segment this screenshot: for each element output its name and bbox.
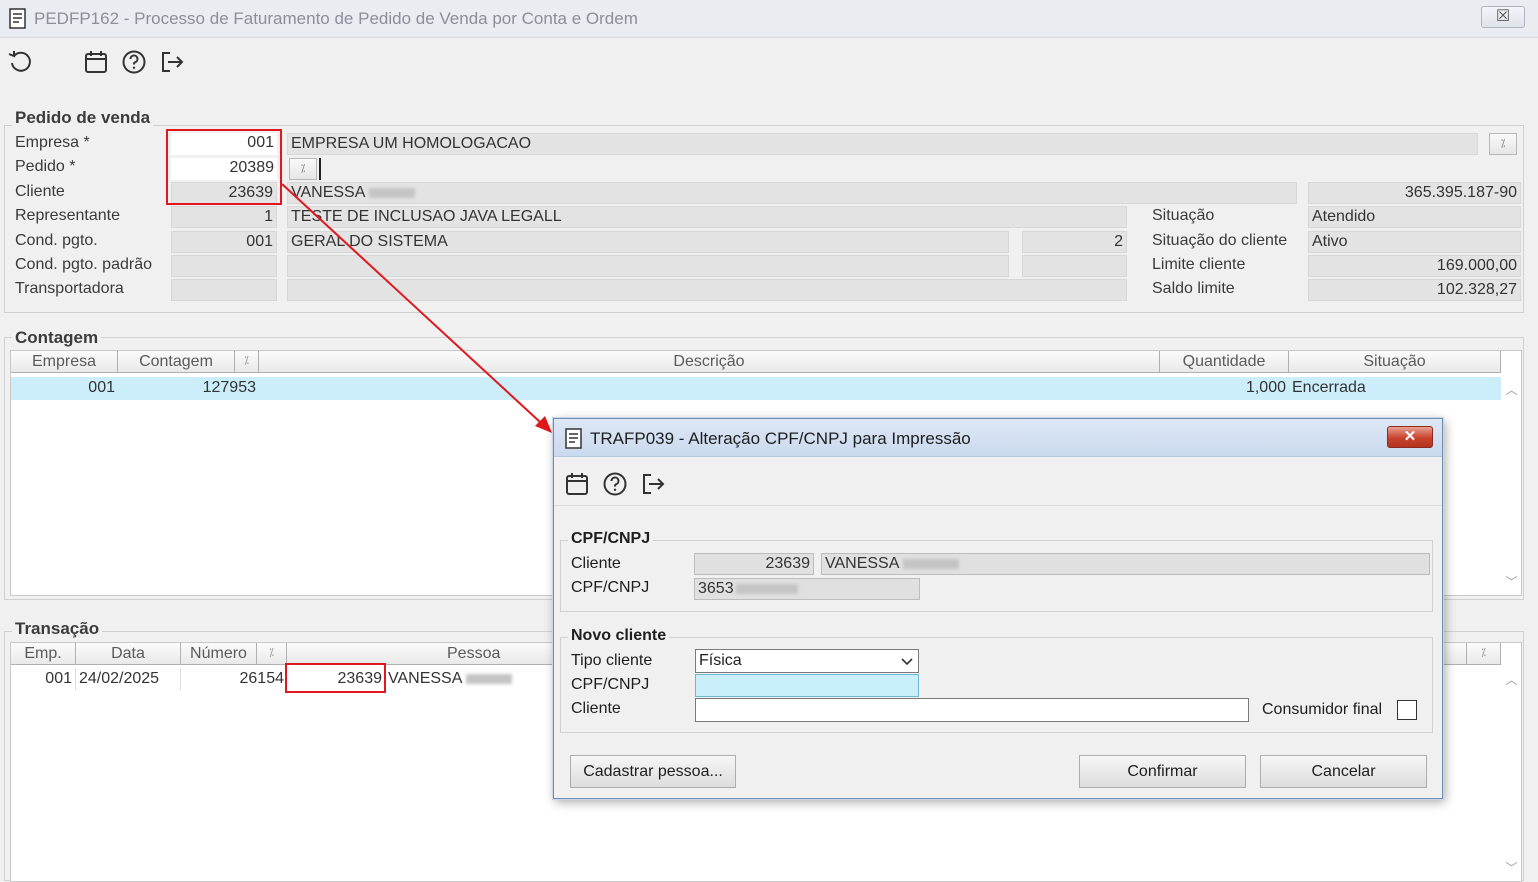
document-icon: [564, 428, 584, 450]
dialog-titlebar: TRAFP039 - Alteração CPF/CNPJ para Impre…: [554, 419, 1442, 457]
dialog-cliente-label: Cliente: [571, 555, 621, 572]
novo-cpf-label: CPF/CNPJ: [571, 676, 650, 693]
confirmar-button[interactable]: Confirmar: [1079, 755, 1246, 788]
novo-cpf-input[interactable]: [695, 674, 919, 697]
cancelar-button[interactable]: Cancelar: [1260, 755, 1427, 788]
calendar-icon[interactable]: [563, 470, 591, 498]
consumidor-final-checkbox[interactable]: [1397, 700, 1417, 720]
help-icon[interactable]: [601, 470, 629, 498]
dialog-toolbar-divider: [554, 505, 1442, 506]
dialog-title: TRAFP039 - Alteração CPF/CNPJ para Impre…: [590, 429, 971, 448]
tipo-cliente-select[interactable]: Física: [695, 649, 919, 673]
novo-cliente-label: Cliente: [571, 700, 621, 717]
exit-icon[interactable]: [639, 470, 667, 498]
cadastrar-pessoa-button[interactable]: Cadastrar pessoa...: [570, 755, 736, 788]
novo-cliente-legend: Novo cliente: [568, 627, 670, 645]
cpf-legend: CPF/CNPJ: [568, 530, 654, 548]
cpf-dialog: TRAFP039 - Alteração CPF/CNPJ para Impre…: [553, 418, 1443, 799]
dialog-cliente-code-field: 23639: [694, 553, 814, 575]
dialog-cliente-name-field: VANESSA: [821, 553, 1430, 575]
novo-cliente-input[interactable]: [695, 698, 1249, 722]
tipo-cliente-label: Tipo cliente: [571, 652, 653, 669]
cpf-group: [560, 540, 1433, 612]
consumidor-final-label: Consumidor final: [1262, 701, 1383, 718]
dialog-cpf-field: 3653: [694, 578, 920, 600]
dialog-close-button[interactable]: ✕: [1387, 426, 1433, 448]
dialog-cpf-label: CPF/CNPJ: [571, 579, 650, 596]
chevron-down-icon: [900, 650, 914, 672]
